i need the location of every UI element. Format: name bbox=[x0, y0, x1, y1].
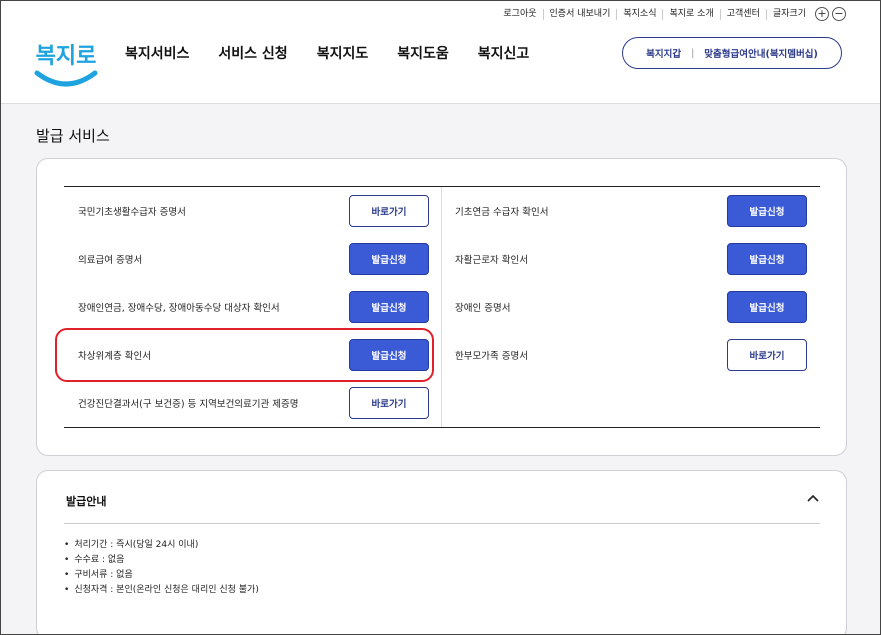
service-row: 장애인 증명서 bbox=[455, 291, 510, 323]
info-item: 수수료 : 없음 bbox=[64, 553, 259, 568]
nav-welfare-help[interactable]: 복지도움 bbox=[397, 43, 449, 63]
chevron-up-icon[interactable] bbox=[807, 493, 819, 505]
nav-welfare-services[interactable]: 복지서비스 bbox=[125, 43, 189, 63]
apply-button[interactable]: 발급신청 bbox=[727, 195, 807, 227]
apply-button[interactable]: 발급신청 bbox=[727, 243, 807, 275]
nav-welfare-map[interactable]: 복지지도 bbox=[317, 43, 369, 63]
font-size-label: 글자크기 bbox=[765, 8, 812, 20]
issuance-info-card: 발급안내 처리기간 : 즉시(당일 24시 이내) 수수료 : 없음 구비서류 … bbox=[36, 470, 847, 634]
issuance-services-card: 국민기초생활수급자 증명서 바로가기 의료급여 증명서 발급신청 장애인연금, … bbox=[36, 158, 847, 456]
zoom-in-button[interactable]: + bbox=[815, 7, 829, 21]
go-button[interactable]: 바로가기 bbox=[349, 195, 429, 227]
logout-link[interactable]: 로그아웃 bbox=[497, 9, 542, 20]
service-label: 장애인 증명서 bbox=[455, 303, 511, 314]
apply-button[interactable]: 발급신청 bbox=[349, 291, 429, 323]
about-link[interactable]: 복지로 소개 bbox=[662, 8, 719, 20]
customer-center-link[interactable]: 고객센터 bbox=[719, 8, 766, 20]
service-row: 자활근로자 확인서 bbox=[455, 243, 528, 275]
page-title: 발급 서비스 bbox=[36, 127, 110, 145]
go-button[interactable]: 바로가기 bbox=[727, 339, 807, 371]
service-label: 건강진단결과서(구 보건증) 등 지역보건의료기관 제증명 bbox=[78, 399, 299, 410]
table-bottom-border bbox=[64, 427, 820, 428]
info-item: 처리기간 : 즉시(당일 24시 이내) bbox=[64, 538, 259, 553]
service-label: 국민기초생활수급자 증명서 bbox=[78, 207, 186, 218]
info-list: 처리기간 : 즉시(당일 24시 이내) 수수료 : 없음 구비서류 : 없음 … bbox=[64, 538, 259, 598]
table-top-border bbox=[64, 186, 820, 187]
go-button[interactable]: 바로가기 bbox=[349, 387, 429, 419]
service-label: 의료급여 증명서 bbox=[78, 255, 143, 266]
pill-separator: | bbox=[691, 47, 695, 59]
apply-button[interactable]: 발급신청 bbox=[727, 291, 807, 323]
zoom-out-button[interactable]: − bbox=[832, 7, 846, 21]
cert-export-link[interactable]: 인증서 내보내기 bbox=[542, 8, 617, 20]
apply-button[interactable]: 발급신청 bbox=[349, 243, 429, 275]
service-row: 한부모가족 증명서 bbox=[455, 339, 528, 371]
site-header: 로그아웃 인증서 내보내기 복지소식 복지로 소개 고객센터 글자크기 + − … bbox=[1, 1, 880, 104]
service-row: 장애인연금, 장애수당, 장애아동수당 대상자 확인서 bbox=[78, 291, 280, 323]
info-title: 발급안내 bbox=[66, 495, 107, 508]
service-label: 기초연금 수급자 확인서 bbox=[455, 207, 549, 218]
welfare-wallet-link[interactable]: 복지지갑 bbox=[646, 46, 681, 60]
welfare-news-link[interactable]: 복지소식 bbox=[616, 8, 662, 20]
nav-welfare-report[interactable]: 복지신고 bbox=[478, 43, 530, 63]
utility-bar: 로그아웃 인증서 내보내기 복지소식 복지로 소개 고객센터 글자크기 + − bbox=[497, 7, 846, 21]
service-row: 국민기초생활수급자 증명서 bbox=[78, 195, 186, 227]
membership-link[interactable]: 맞춤형급여안내(복지멤버십) bbox=[704, 46, 818, 60]
service-row: 건강진단결과서(구 보건증) 등 지역보건의료기관 제증명 bbox=[78, 387, 299, 419]
wallet-membership-pill: 복지지갑 | 맞춤형급여안내(복지멤버십) bbox=[622, 37, 842, 69]
service-label: 장애인연금, 장애수당, 장애아동수당 대상자 확인서 bbox=[78, 303, 280, 314]
browser-frame: 로그아웃 인증서 내보내기 복지소식 복지로 소개 고객센터 글자크기 + − … bbox=[0, 0, 881, 635]
logo-text: 복지로 bbox=[36, 44, 97, 69]
service-row: 의료급여 증명서 bbox=[78, 243, 142, 275]
column-divider bbox=[441, 187, 442, 427]
service-label: 자활근로자 확인서 bbox=[455, 255, 528, 266]
main-nav: 복지서비스 서비스 신청 복지지도 복지도움 복지신고 bbox=[125, 43, 529, 63]
bokjiro-logo[interactable]: 복지로 bbox=[31, 35, 101, 91]
nav-service-apply[interactable]: 서비스 신청 bbox=[218, 43, 287, 63]
service-label: 한부모가족 증명서 bbox=[455, 351, 528, 362]
info-item: 구비서류 : 없음 bbox=[64, 568, 259, 583]
service-row: 기초연금 수급자 확인서 bbox=[455, 195, 548, 227]
info-item: 신청자격 : 본인(온라인 신청은 대리인 신청 불가) bbox=[64, 583, 259, 598]
info-divider bbox=[64, 523, 820, 524]
highlight-box bbox=[55, 328, 434, 382]
